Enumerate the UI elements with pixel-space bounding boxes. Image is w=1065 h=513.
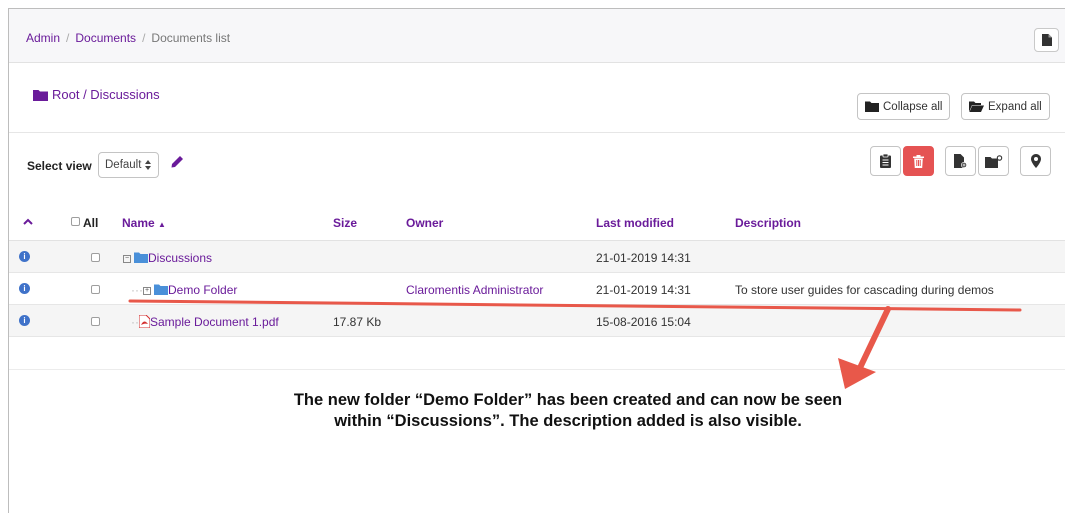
annotation-callout: The new folder “Demo Folder” has been cr… [293,391,843,430]
annotation-arrow [128,299,1022,389]
